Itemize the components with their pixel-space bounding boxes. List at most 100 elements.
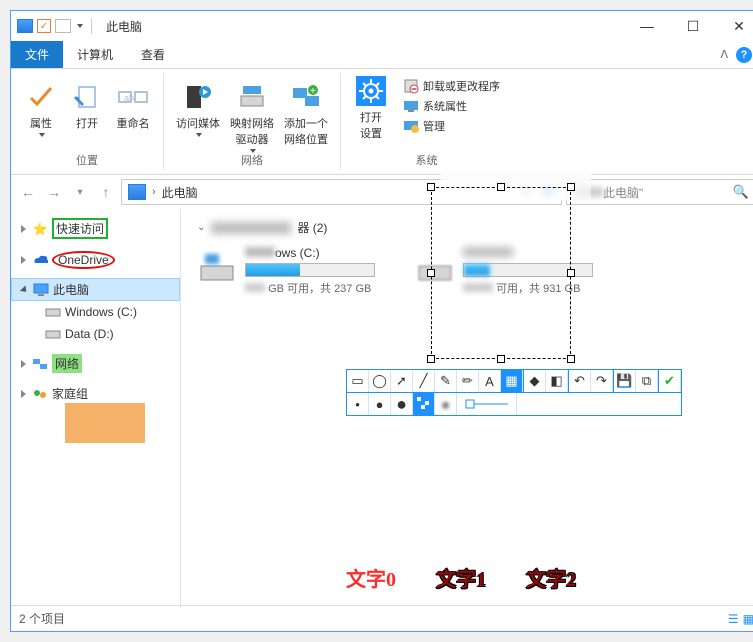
confirm-button[interactable]: ✔: [659, 370, 681, 392]
text-overlay-1: 文字1: [436, 563, 486, 592]
ribbon-collapse-icon[interactable]: ᐱ: [720, 48, 728, 61]
resize-handle-se[interactable]: [567, 355, 575, 363]
open-settings-button[interactable]: 打开 设置: [349, 73, 393, 153]
rect-tool[interactable]: ▭: [347, 370, 369, 392]
manage-button[interactable]: 管理: [399, 117, 504, 135]
drive-c[interactable]: ows (C:) GB 可用，共 237 GB: [197, 246, 375, 296]
text-overlay-0: 文字0: [346, 563, 396, 592]
ellipse-tool[interactable]: ◯: [369, 370, 391, 392]
window-title: 此电脑: [106, 18, 142, 35]
system-properties-button[interactable]: 系统属性: [399, 97, 504, 115]
resize-handle-w[interactable]: [427, 269, 435, 277]
titlebar: ✓ 此电脑 — ☐ ✕: [11, 11, 753, 41]
collapse-icon[interactable]: ⌄: [197, 222, 205, 233]
highlight-orange-block: [65, 403, 145, 443]
open-button[interactable]: 打开: [65, 79, 109, 152]
tab-computer[interactable]: 计算机: [63, 41, 127, 68]
drive-icon: [45, 326, 61, 342]
ribbon-group-location: 属性 打开 ab 重命名 位置: [11, 73, 164, 170]
resize-handle-ne[interactable]: [567, 183, 575, 191]
recent-locations-button[interactable]: ▾: [69, 181, 91, 203]
text-overlay-2: 文字2: [526, 563, 576, 592]
resize-handle-n[interactable]: [497, 183, 505, 191]
resize-handle-s[interactable]: [497, 355, 505, 363]
drive-icon: [45, 304, 61, 320]
uninstall-programs-button[interactable]: 卸载或更改程序: [399, 77, 504, 95]
sidebar-item-network[interactable]: 网络: [11, 351, 180, 376]
maximize-button[interactable]: ☐: [670, 11, 716, 41]
resize-handle-sw[interactable]: [427, 355, 435, 363]
line-tool[interactable]: ╱: [413, 370, 435, 392]
tiles-view-icon[interactable]: ▦: [743, 612, 753, 626]
text-tool[interactable]: A: [479, 370, 501, 392]
pen-tool[interactable]: ✎: [435, 370, 457, 392]
drive-icon: [197, 246, 237, 286]
mosaic-style-2[interactable]: ●: [435, 393, 457, 415]
undo-button[interactable]: ↶: [569, 370, 591, 392]
back-button[interactable]: ←: [17, 181, 39, 203]
help-icon[interactable]: ?: [736, 47, 752, 63]
expand-icon[interactable]: [21, 390, 26, 398]
mosaic-style-1[interactable]: [413, 393, 435, 415]
manage-icon: [403, 118, 419, 134]
up-button[interactable]: ↑: [95, 181, 117, 203]
sidebar-item-drive-c[interactable]: Windows (C:): [11, 301, 180, 323]
rename-button[interactable]: ab 重命名: [111, 79, 155, 152]
open-icon: [71, 81, 103, 113]
qat-new-folder-icon[interactable]: [55, 19, 71, 33]
address-row: ← → ▾ ↑ › 此电脑 ⟳ 此电脑" 🔍: [11, 175, 753, 209]
chevron-right-icon: ›: [152, 186, 156, 198]
sidebar-item-this-pc[interactable]: 此电脑: [11, 278, 180, 301]
qat-dropdown-icon[interactable]: [77, 24, 83, 28]
size-medium[interactable]: ●: [369, 393, 391, 415]
dropdown-icon: [196, 133, 202, 137]
ribbon-group-network: 访问媒体 映射网络 驱动器 + 添加一个 网络位置 网络: [164, 73, 341, 170]
marker-tool[interactable]: ✏: [457, 370, 479, 392]
mosaic-tool[interactable]: ▦: [501, 370, 523, 392]
tab-file[interactable]: 文件: [11, 41, 63, 68]
sidebar-item-homegroup[interactable]: 家庭组: [11, 382, 180, 405]
sidebar-item-onedrive[interactable]: OneDrive: [11, 248, 180, 272]
qat-properties-icon[interactable]: ✓: [37, 19, 51, 33]
expand-icon[interactable]: [21, 360, 26, 368]
forward-button[interactable]: →: [43, 181, 65, 203]
tab-view[interactable]: 查看: [127, 41, 179, 68]
highlight-red-oval: OneDrive: [52, 251, 115, 269]
explorer-window: ✓ 此电脑 — ☐ ✕ 文件 计算机 查看 ᐱ ? 属性: [10, 10, 753, 632]
eraser-tool[interactable]: ◧: [546, 370, 568, 392]
close-button[interactable]: ✕: [716, 11, 753, 41]
copy-button[interactable]: ⧉: [636, 370, 658, 392]
selection-rectangle[interactable]: [431, 187, 571, 359]
sidebar-item-drive-d[interactable]: Data (D:): [11, 323, 180, 345]
expand-icon[interactable]: [21, 256, 26, 264]
add-network-location-icon: +: [290, 81, 322, 113]
cloud-icon: [32, 252, 48, 268]
save-button[interactable]: 💾: [614, 370, 636, 392]
minimize-button[interactable]: —: [624, 11, 670, 41]
ribbon-group-system: 打开 设置 卸载或更改程序 系统属性 管理: [341, 73, 512, 170]
resize-handle-e[interactable]: [567, 269, 575, 277]
collapse-icon[interactable]: [20, 285, 29, 294]
window-controls: — ☐ ✕: [624, 11, 753, 41]
size-large[interactable]: ●: [391, 393, 413, 415]
status-bar: 2 个项目 ☰ ▦: [11, 605, 753, 631]
details-view-icon[interactable]: ☰: [728, 612, 739, 626]
expand-icon[interactable]: [21, 225, 26, 233]
search-input[interactable]: 此电脑" 🔍: [566, 179, 753, 205]
resize-handle-nw[interactable]: [427, 183, 435, 191]
slider[interactable]: [457, 393, 517, 415]
properties-button[interactable]: 属性: [19, 79, 63, 152]
redo-button[interactable]: ↷: [591, 370, 613, 392]
sidebar-item-quick-access[interactable]: ⭐ 快速访问: [11, 215, 180, 242]
add-location-button[interactable]: + 添加一个 网络位置: [280, 79, 332, 155]
size-small[interactable]: •: [347, 393, 369, 415]
access-media-button[interactable]: 访问媒体: [172, 79, 224, 155]
color-picker-tool[interactable]: ◆: [524, 370, 546, 392]
item-count: 2 个项目: [19, 610, 65, 627]
highlight-green-tag: 网络: [52, 354, 82, 373]
map-drive-button[interactable]: 映射网络 驱动器: [226, 79, 278, 155]
system-properties-icon: [403, 98, 419, 114]
blurred-text: [211, 222, 291, 234]
arrow-tool[interactable]: ➚: [391, 370, 413, 392]
pc-icon: [128, 184, 146, 200]
